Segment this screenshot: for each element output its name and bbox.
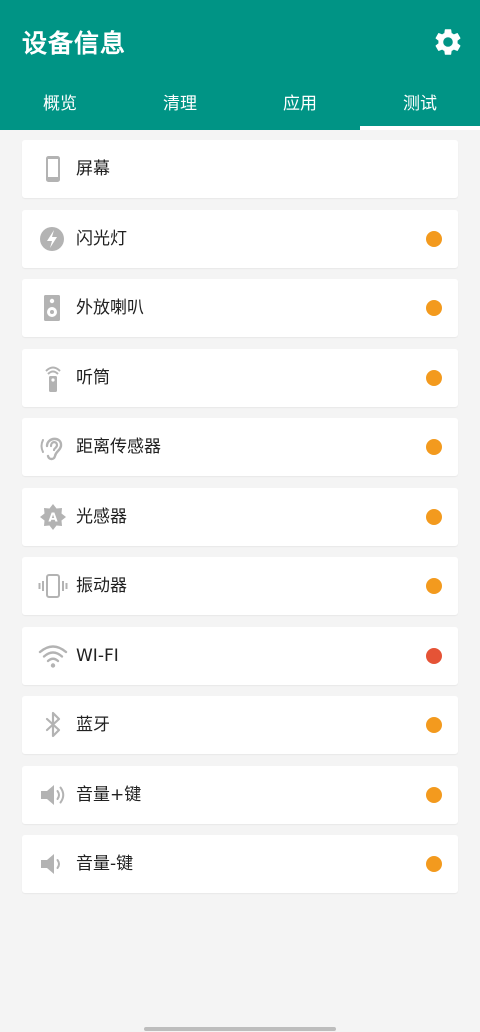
test-list: 屏幕 闪光灯 外放喇叭 听筒 距离传感器 A 光感器 振动器 WI-FI 蓝牙 … — [22, 140, 458, 905]
list-item-speaker[interactable]: 外放喇叭 — [22, 279, 458, 337]
status-dot — [426, 369, 442, 386]
list-item-light-sensor[interactable]: A 光感器 — [22, 487, 458, 546]
list-item-label: 蓝牙 — [76, 715, 110, 735]
list-item-volume-up-key[interactable]: 音量+键 — [22, 765, 458, 824]
list-item-screen[interactable]: 屏幕 — [22, 140, 458, 198]
list-item-proximity-sensor[interactable]: 距离传感器 — [22, 418, 458, 476]
tab-apps[interactable]: 应用 — [240, 80, 360, 130]
volume-up-icon — [38, 780, 68, 810]
speaker-icon — [38, 293, 68, 323]
status-dot — [426, 647, 442, 664]
list-item-flashlight[interactable]: 闪光灯 — [22, 209, 458, 268]
status-dot — [426, 717, 442, 733]
list-item-label: 光感器 — [76, 506, 127, 527]
tab-bar: 概览 清理 应用 测试 — [0, 80, 480, 130]
status-dot — [426, 439, 442, 455]
list-item-label: 音量-键 — [76, 854, 134, 874]
status-dot — [426, 230, 442, 247]
svg-text:A: A — [48, 510, 58, 524]
list-item-label: 外放喇叭 — [76, 298, 144, 318]
list-item-label: 屏幕 — [76, 159, 110, 179]
app-bar: 设备信息 概览 清理 应用 测试 — [0, 0, 480, 130]
tab-cleanup[interactable]: 清理 — [120, 80, 240, 130]
status-dot — [426, 300, 442, 316]
list-item-label: 闪光灯 — [76, 228, 127, 249]
tab-overview[interactable]: 概览 — [0, 80, 120, 130]
status-dot — [426, 578, 442, 594]
flash-icon — [38, 224, 68, 254]
list-item-label: 音量+键 — [76, 784, 142, 805]
status-dot — [426, 508, 442, 525]
wifi-icon — [38, 641, 68, 671]
list-item-label: 距离传感器 — [76, 437, 161, 457]
gear-icon[interactable] — [432, 26, 464, 58]
list-item-label: 听筒 — [76, 367, 110, 388]
home-indicator[interactable] — [144, 1027, 336, 1031]
app-title: 设备信息 — [22, 29, 127, 58]
list-item-volume-down-key[interactable]: 音量-键 — [22, 835, 458, 893]
list-item-bluetooth[interactable]: 蓝牙 — [22, 696, 458, 754]
list-item-label: WI-FI — [76, 645, 119, 666]
auto-brightness-icon: A — [38, 502, 68, 532]
list-item-label: 振动器 — [76, 576, 127, 596]
status-dot — [426, 786, 442, 803]
tab-test[interactable]: 测试 — [360, 80, 480, 130]
vibration-icon — [38, 571, 68, 601]
list-item-wifi[interactable]: WI-FI — [22, 626, 458, 685]
list-item-earpiece[interactable]: 听筒 — [22, 348, 458, 407]
list-item-vibrator[interactable]: 振动器 — [22, 557, 458, 615]
ear-icon — [38, 432, 68, 462]
bluetooth-icon — [38, 710, 68, 740]
phone-icon — [38, 154, 68, 184]
earpiece-icon — [38, 363, 68, 393]
status-dot — [426, 856, 442, 872]
volume-down-icon — [38, 849, 68, 879]
